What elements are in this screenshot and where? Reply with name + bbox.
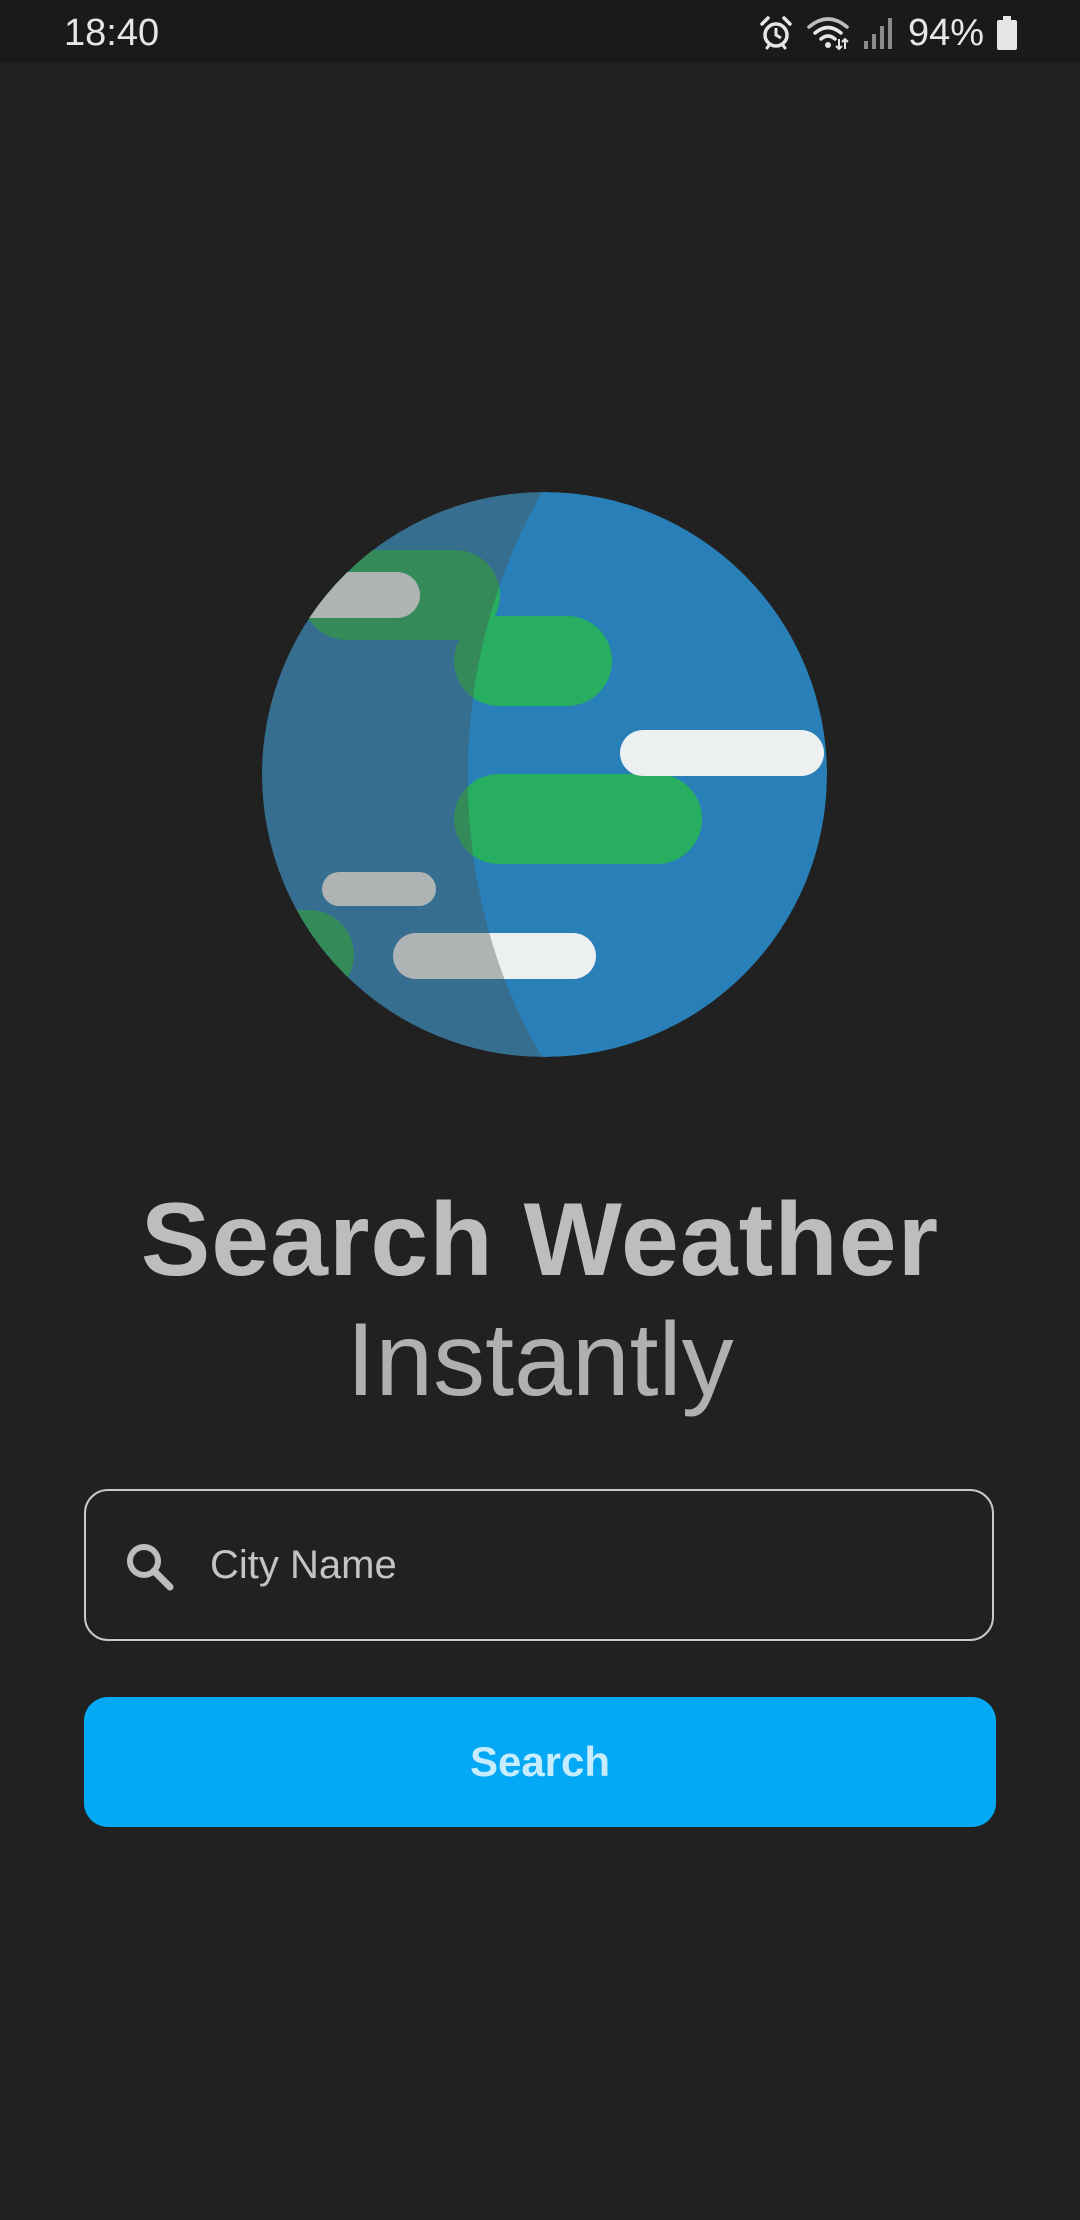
status-bar: 18:40 94%: [0, 0, 1080, 63]
search-button[interactable]: Search: [84, 1697, 996, 1827]
wifi-icon: [806, 15, 850, 51]
city-name-input[interactable]: [210, 1491, 970, 1639]
page-title: Search Weather: [140, 1182, 940, 1298]
status-time: 18:40: [64, 12, 160, 54]
status-icons: 94%: [758, 8, 1018, 58]
battery-icon: [996, 15, 1018, 51]
page-subtitle: Instantly: [346, 1302, 734, 1418]
signal-icon: [862, 15, 896, 51]
alarm-icon: [758, 15, 794, 51]
screen: 18:40 94% Search Weather Instantly City …: [0, 0, 1080, 2220]
search-icon: [127, 1544, 174, 1591]
globe-illustration: [262, 492, 827, 1057]
search-field[interactable]: [84, 1489, 994, 1641]
battery-percent: 94%: [907, 12, 984, 54]
